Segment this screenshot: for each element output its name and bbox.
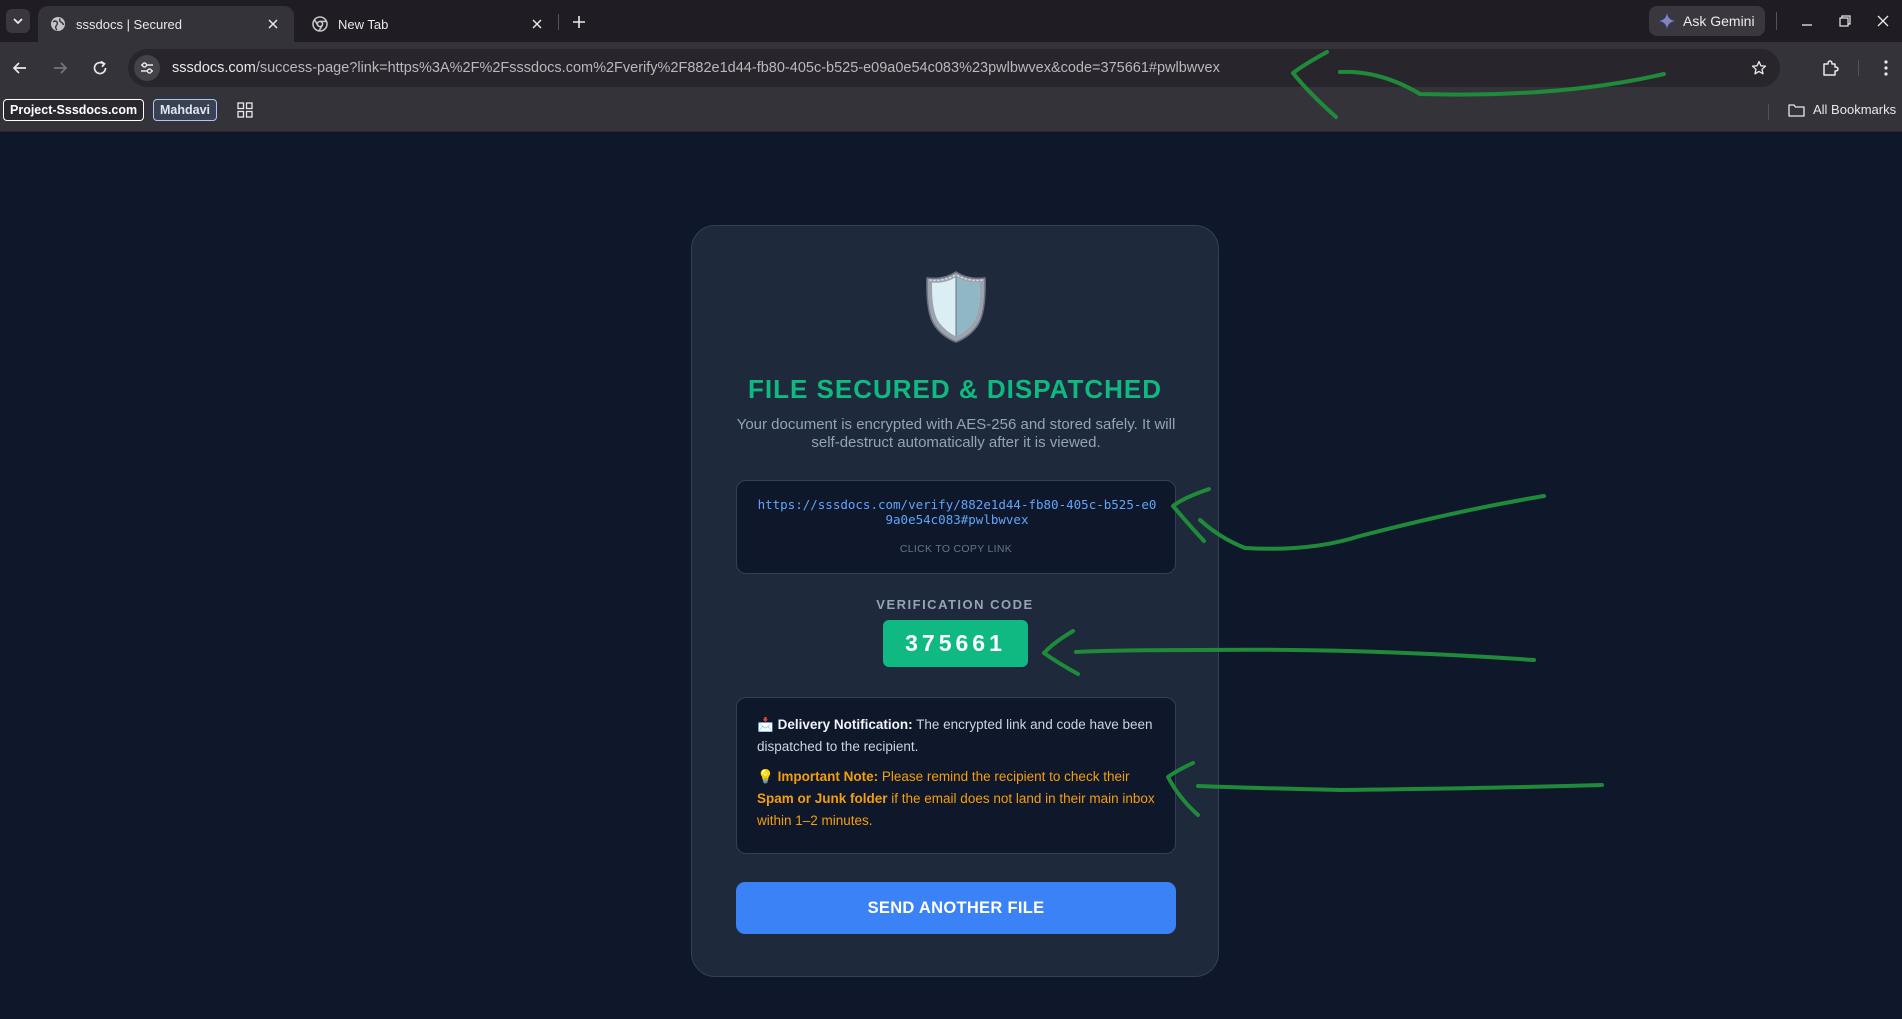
bookmark-project-sssdocs[interactable]: Project-Sssdocs.com (3, 99, 145, 121)
tab-title: sssdocs | Secured (76, 16, 182, 32)
puzzle-icon (1823, 60, 1839, 76)
browser-menu-button[interactable] (1876, 54, 1896, 82)
url-path: /success-page?link=https%3A%2F%2Fsssdocs… (255, 60, 1220, 76)
tab-close-button[interactable] (264, 15, 282, 33)
new-tab-button[interactable] (566, 9, 592, 35)
kebab-menu-icon (1884, 60, 1888, 76)
close-icon (532, 19, 542, 29)
apps-grid-icon (237, 102, 253, 118)
star-icon (1751, 60, 1767, 75)
important-text-before: Please remind the recipient to check the… (878, 769, 1130, 784)
page-content: FILE SECURED & DISPATCHED Your document … (0, 132, 1902, 1019)
bookmarks-divider (1768, 104, 1769, 120)
important-note: 💡 Important Note: Please remind the reci… (757, 766, 1155, 832)
minimize-icon (1802, 24, 1812, 26)
tab-close-button[interactable] (528, 15, 546, 33)
envelope-icon: 📩 (757, 717, 774, 732)
ask-gemini-button[interactable]: Ask Gemini (1649, 6, 1765, 36)
tab-divider (558, 14, 559, 30)
plus-icon (573, 16, 585, 28)
restore-button[interactable] (1830, 8, 1860, 34)
bookmark-star-button[interactable] (1746, 55, 1772, 81)
tab-title: New Tab (338, 16, 389, 32)
forward-button[interactable] (46, 54, 74, 82)
ask-gemini-label: Ask Gemini (1683, 13, 1755, 29)
important-label: Important Note: (777, 769, 879, 784)
close-icon (268, 19, 278, 29)
minimize-button[interactable] (1792, 8, 1822, 34)
url-host: sssdocs.com (172, 60, 256, 76)
close-window-button[interactable] (1868, 8, 1898, 34)
chevron-down-icon (13, 18, 23, 25)
site-info-button[interactable] (134, 55, 160, 81)
restore-icon (1839, 15, 1851, 27)
globe-icon (51, 17, 65, 31)
arrow-right-icon (54, 62, 68, 74)
tab-sssdocs[interactable]: sssdocs | Secured (38, 6, 294, 42)
tab-strip: sssdocs | Secured New Tab Ask Gemini (0, 0, 1902, 42)
toolbar-divider (1776, 12, 1777, 30)
success-card: FILE SECURED & DISPATCHED Your document … (691, 225, 1219, 977)
folder-icon (1788, 103, 1805, 117)
all-bookmarks-button[interactable]: All Bookmarks (1788, 102, 1896, 117)
gemini-sparkle-icon (1659, 13, 1675, 29)
shield-icon (926, 271, 986, 343)
chrome-icon (312, 16, 328, 32)
reload-icon (93, 60, 107, 75)
delivery-notice-box: 📩 Delivery Notification: The encrypted l… (736, 697, 1176, 854)
copy-link-box[interactable]: https://sssdocs.com/verify/882e1d44-fb80… (736, 480, 1176, 574)
url-text[interactable]: sssdocs.com/success-page?link=https%3A%2… (172, 60, 1220, 76)
spam-folder-highlight: Spam or Junk folder (757, 791, 888, 806)
card-subtitle: Your document is encrypted with AES-256 … (736, 416, 1176, 451)
tab-search-button[interactable] (6, 9, 30, 33)
back-button[interactable] (6, 54, 34, 82)
arrow-left-icon (12, 62, 26, 74)
all-bookmarks-label: All Bookmarks (1813, 102, 1897, 117)
bookmark-mahdavi[interactable]: Mahdavi (153, 99, 218, 121)
verification-code-label: VERIFICATION CODE (876, 597, 1034, 612)
secure-link-url[interactable]: https://sssdocs.com/verify/882e1d44-fb80… (755, 497, 1159, 527)
send-another-file-button[interactable]: SEND ANOTHER FILE (736, 882, 1176, 934)
delivery-notification: 📩 Delivery Notification: The encrypted l… (757, 714, 1155, 758)
delivery-label: Delivery Notification: (777, 717, 913, 732)
reload-button[interactable] (86, 54, 114, 82)
verification-code: 375661 (883, 620, 1028, 667)
address-bar[interactable]: sssdocs.com/success-page?link=https%3A%2… (128, 49, 1780, 87)
page-title: FILE SECURED & DISPATCHED (747, 374, 1163, 404)
extensions-button[interactable] (1816, 54, 1844, 82)
apps-shortcut-button[interactable] (235, 100, 255, 120)
lightbulb-icon: 💡 (757, 769, 774, 784)
close-icon (1877, 15, 1889, 27)
tune-icon (141, 62, 153, 74)
bookmarks-bar: Project-Sssdocs.com Mahdavi All Bookmark… (0, 94, 1902, 132)
copy-link-hint: CLICK TO COPY LINK (899, 543, 1013, 555)
tab-new-tab[interactable]: New Tab (300, 6, 558, 42)
browser-toolbar: sssdocs.com/success-page?link=https%3A%2… (0, 42, 1902, 94)
toolbar-divider (1858, 60, 1859, 76)
